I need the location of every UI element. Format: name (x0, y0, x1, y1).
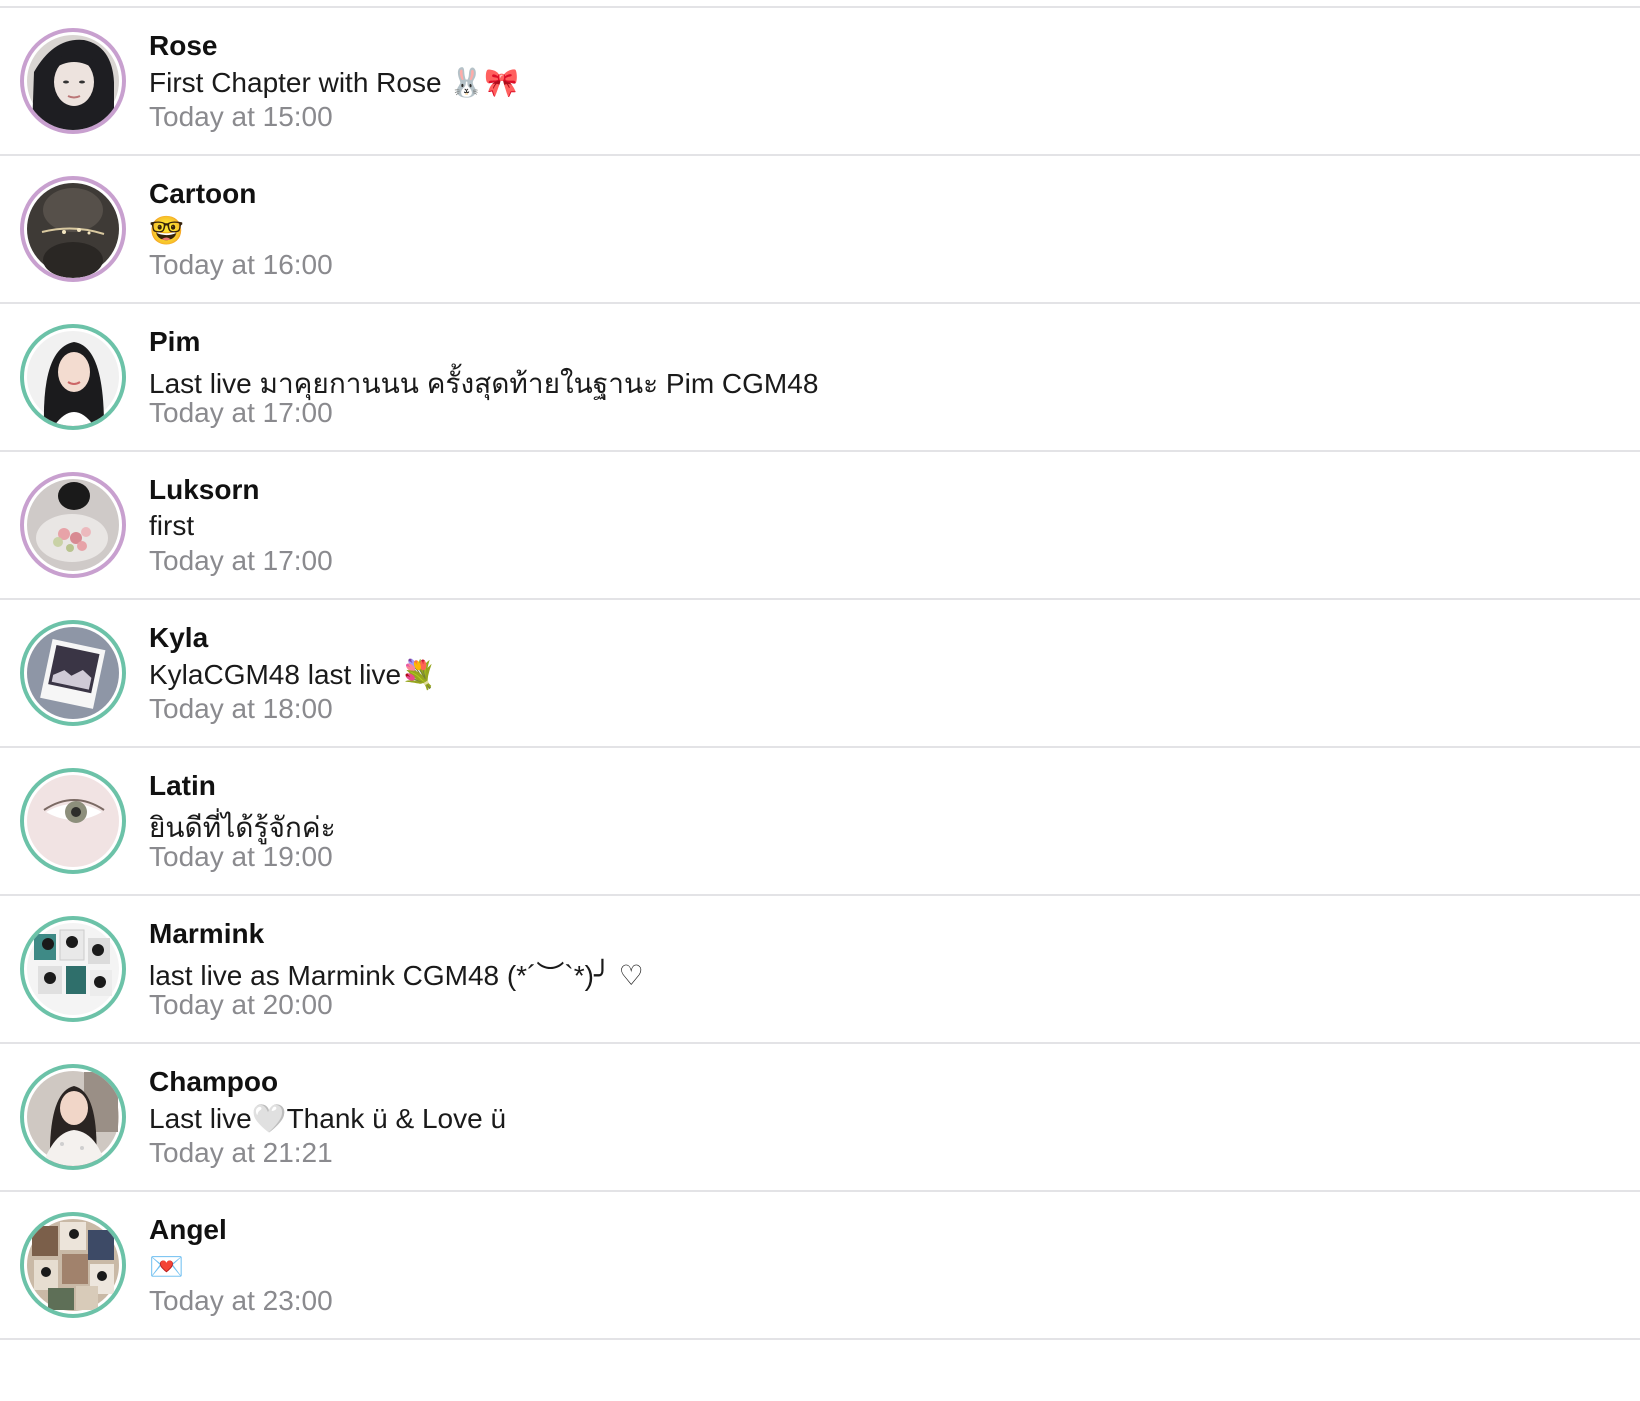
live-time: Today at 15:00 (149, 101, 333, 132)
live-title: 🤓 (149, 215, 184, 246)
avatar[interactable] (20, 916, 126, 1022)
list-item[interactable]: Cartoon 🤓 Today at 16:00 (0, 156, 1640, 304)
avatar[interactable] (20, 28, 126, 134)
performer-name: Luksorn (149, 474, 260, 505)
performer-name: Champoo (149, 1066, 279, 1097)
list-item[interactable]: Kyla KylaCGM48 last live💐 Today at 18:00 (0, 600, 1640, 748)
live-title: First Chapter with Rose 🐰🎀 (149, 67, 520, 98)
performer-name: Cartoon (149, 178, 257, 209)
live-title: 💌 (149, 1251, 184, 1282)
live-schedule-list: Rose First Chapter with Rose 🐰🎀 Today at… (0, 8, 1640, 1340)
list-item[interactable]: Luksorn first Today at 17:00 (0, 452, 1640, 600)
list-item[interactable]: Marmink last live as Marmink CGM48 (*´︶`… (0, 896, 1640, 1044)
performer-name: Kyla (149, 622, 209, 653)
live-title: first (149, 510, 195, 541)
avatar[interactable] (20, 472, 126, 578)
live-time: Today at 23:00 (149, 1285, 333, 1316)
live-time: Today at 21:21 (149, 1137, 333, 1168)
live-title: KylaCGM48 last live💐 (149, 659, 436, 690)
live-time: Today at 19:00 (149, 841, 333, 872)
live-time: Today at 20:00 (149, 989, 333, 1020)
avatar[interactable] (20, 768, 126, 874)
performer-name: Rose (149, 30, 218, 61)
avatar[interactable] (20, 620, 126, 726)
list-item[interactable]: Pim Last live มาคุยกานนน ครั้งสุดท้ายในฐ… (0, 304, 1640, 452)
live-time: Today at 17:00 (149, 545, 333, 576)
performer-name: Latin (149, 770, 216, 801)
list-item[interactable]: Angel 💌 Today at 23:00 (0, 1192, 1640, 1340)
performer-name: Marmink (149, 918, 265, 949)
avatar[interactable] (20, 1212, 126, 1318)
live-title: last live as Marmink CGM48 (*´︶`*)╯ ♡ (149, 960, 644, 991)
live-time: Today at 18:00 (149, 693, 333, 724)
avatar[interactable] (20, 1064, 126, 1170)
list-item[interactable]: Latin ยินดีที่ได้รู้จักค่ะ Today at 19:0… (0, 748, 1640, 896)
avatar[interactable] (20, 324, 126, 430)
live-time: Today at 17:00 (149, 397, 333, 428)
performer-name: Pim (149, 326, 201, 357)
list-item[interactable]: Rose First Chapter with Rose 🐰🎀 Today at… (0, 8, 1640, 156)
avatar[interactable] (20, 176, 126, 282)
performer-name: Angel (149, 1214, 227, 1245)
live-time: Today at 16:00 (149, 249, 333, 280)
list-item[interactable]: Champoo Last live🤍Thank ü & Love ü Today… (0, 1044, 1640, 1192)
live-title: Last live🤍Thank ü & Love ü (149, 1103, 507, 1134)
